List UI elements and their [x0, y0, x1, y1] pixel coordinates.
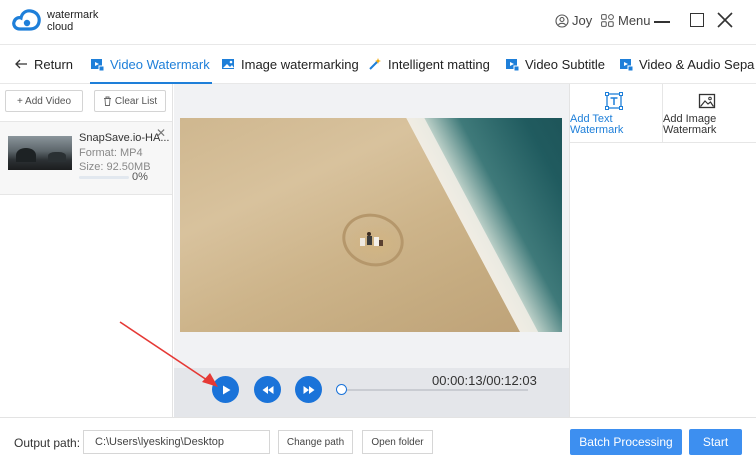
video-preview-area: 00:00:13/00:12:03 — [174, 84, 569, 417]
timecode: 00:00:13/00:12:03 — [432, 373, 537, 388]
file-format: Format: MP4 — [79, 147, 143, 159]
close-icon[interactable] — [716, 11, 734, 29]
clear-list-button[interactable]: Clear List — [94, 90, 166, 112]
bottom-bar: Output path: C:\Users\lyesking\Desktop C… — [0, 417, 756, 466]
menu-button[interactable]: Menu — [601, 13, 651, 28]
remove-file-icon[interactable]: ✕ — [156, 126, 166, 140]
file-progress-text: 0% — [132, 171, 148, 183]
add-text-watermark-button[interactable]: Add Text Watermark — [570, 92, 658, 142]
app-logo-text: watermark cloud — [47, 9, 98, 33]
change-path-button[interactable]: Change path — [278, 430, 353, 454]
logo-line-1: watermark — [47, 9, 99, 21]
start-button[interactable]: Start — [689, 429, 742, 455]
tab-label: Video & Audio Sepa — [639, 56, 755, 72]
title-bar: watermark cloud Joy Menu — [0, 0, 756, 44]
user-icon — [555, 13, 569, 28]
subtitle-icon — [506, 59, 519, 71]
rewind-button[interactable] — [254, 376, 281, 403]
cloud-logo-icon — [12, 9, 41, 31]
user-name: Joy — [572, 13, 593, 28]
video-watermark-icon — [91, 59, 104, 71]
seek-handle[interactable] — [335, 384, 347, 395]
text-watermark-icon — [605, 92, 623, 110]
seek-bar[interactable] — [338, 389, 528, 391]
player-controls: 00:00:13/00:12:03 — [174, 368, 569, 417]
tab-intelligent-matting[interactable]: Intelligent matting — [368, 45, 490, 83]
play-button[interactable] — [212, 376, 239, 403]
add-text-line-2: Watermark — [570, 124, 624, 136]
tab-label: Video Watermark — [110, 56, 210, 72]
clear-list-label: Clear List — [114, 95, 158, 107]
tab-return[interactable]: Return — [14, 45, 73, 83]
grid-menu-icon — [601, 14, 614, 27]
magic-wand-icon — [369, 58, 381, 70]
add-video-button[interactable]: + Add Video — [5, 90, 83, 112]
feature-tabs: Return Video Watermark Image watermarkin… — [0, 44, 756, 84]
fast-forward-icon — [303, 385, 314, 394]
arrow-left-icon — [15, 59, 27, 69]
video-people — [360, 232, 383, 246]
tab-label: Return — [34, 56, 74, 72]
add-image-watermark-button[interactable]: Add Image Watermark — [663, 92, 751, 142]
trash-icon — [103, 96, 111, 106]
tab-video-subtitle[interactable]: Video Subtitle — [505, 45, 605, 83]
panel-divider — [570, 142, 756, 143]
video-thumbnail — [8, 136, 72, 170]
menu-label: Menu — [618, 13, 651, 28]
tab-label: Intelligent matting — [388, 56, 490, 72]
list-item[interactable]: SnapSave.io-HA... Format: MP4 Size: 92.5… — [0, 121, 172, 195]
watermark-options-panel: Add Text Watermark Add Image Watermark — [569, 84, 756, 417]
output-path-label: Output path: — [14, 436, 81, 450]
video-frame[interactable] — [180, 118, 562, 332]
tab-video-watermark[interactable]: Video Watermark — [90, 45, 212, 84]
play-icon — [222, 385, 230, 394]
fast-forward-button[interactable] — [295, 376, 322, 403]
tab-video-audio-separation[interactable]: Video & Audio Sepa — [619, 45, 754, 83]
open-folder-button[interactable]: Open folder — [362, 430, 433, 454]
audio-separation-icon — [620, 59, 633, 71]
image-watermark-icon — [698, 93, 716, 109]
rewind-icon — [262, 385, 273, 394]
file-progress-bar — [79, 176, 129, 179]
tab-image-watermarking[interactable]: Image watermarking — [221, 45, 359, 83]
minimize-button[interactable] — [654, 21, 670, 23]
output-path-field[interactable]: C:\Users\lyesking\Desktop — [83, 430, 270, 454]
tab-label: Image watermarking — [241, 56, 359, 72]
batch-processing-button[interactable]: Batch Processing — [570, 429, 682, 455]
image-icon — [222, 59, 234, 69]
logo-line-2: cloud — [47, 21, 74, 33]
file-list-panel: + Add Video Clear List SnapSave.io-HA...… — [0, 84, 173, 417]
tab-label: Video Subtitle — [525, 56, 605, 72]
add-image-line-2: Watermark — [663, 124, 717, 136]
maximize-button[interactable] — [690, 13, 704, 27]
user-account[interactable]: Joy — [555, 13, 592, 28]
